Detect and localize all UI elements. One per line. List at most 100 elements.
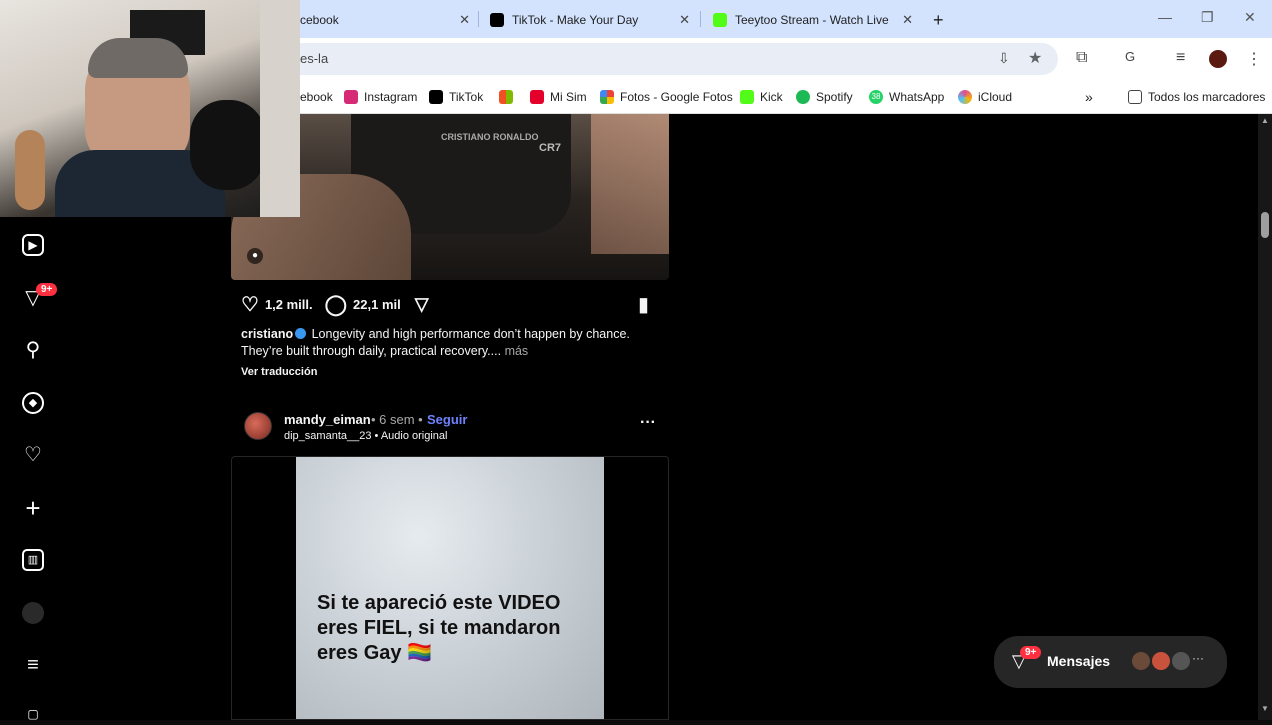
post-header: mandy_eiman • 6 sem • Seguir dip_samanta… xyxy=(244,410,670,446)
tab-tiktok[interactable]: TikTok - Make Your Day ✕ xyxy=(490,6,690,34)
tiktok-icon xyxy=(490,13,504,27)
new-tab-button[interactable]: + xyxy=(933,6,953,34)
tab-divider xyxy=(700,11,701,27)
logo-text: CRISTIANO RONALDO xyxy=(441,132,539,142)
share-icon[interactable]: ▽ xyxy=(415,294,429,315)
bookmark-spotify[interactable]: Spotify xyxy=(796,87,853,107)
tab-title: TikTok - Make Your Day xyxy=(512,13,639,27)
threads-icon[interactable]: ▢ xyxy=(22,703,44,725)
post-username[interactable]: mandy_eiman xyxy=(284,412,371,427)
bookmark-label: Kick xyxy=(760,90,783,104)
verified-badge-icon xyxy=(295,328,307,339)
instagram-icon xyxy=(344,90,358,104)
caption-more-link[interactable]: más xyxy=(505,344,529,358)
translate-icon[interactable]: G xyxy=(1125,49,1135,64)
avatar xyxy=(1150,650,1172,672)
search-icon[interactable]: ⚲ xyxy=(22,339,44,361)
profile-avatar[interactable] xyxy=(1209,50,1227,68)
restore-icon[interactable]: ❐ xyxy=(1201,9,1214,26)
audio-label[interactable]: • Audio original xyxy=(375,430,448,442)
bookmark-label: Mi Sim xyxy=(550,90,587,104)
close-window-icon[interactable]: ✕ xyxy=(1244,9,1256,26)
google-photos-icon xyxy=(600,90,614,104)
post-time: • 6 sem • xyxy=(371,412,423,427)
video-frame: Si te apareció este VIDEO eres FIEL, si … xyxy=(296,457,604,719)
notifications-badge: 9+ xyxy=(36,283,58,296)
shorts-label: CR7 xyxy=(539,142,562,154)
scroll-down-icon[interactable]: ▼ xyxy=(1261,704,1269,713)
bookmark-whatsapp[interactable]: 38 WhatsApp xyxy=(869,87,944,107)
post-actions-bar: ♡ 1,2 mill. ◯ 22,1 mil ▽ xyxy=(241,292,429,316)
tab-teeytoo[interactable]: Teeytoo Stream - Watch Live or ✕ xyxy=(713,6,913,34)
bookmark-label: ebook xyxy=(300,90,333,104)
audio-info: dip_samanta__23 • Audio original xyxy=(284,430,448,442)
follow-button[interactable]: Seguir xyxy=(427,412,467,427)
scrollbar-thumb[interactable] xyxy=(1261,212,1269,238)
extensions-icon[interactable]: ⧉ xyxy=(1076,49,1087,67)
tab-divider xyxy=(478,11,479,27)
scroll-up-icon[interactable]: ▲ xyxy=(1261,116,1269,125)
tagged-user-icon[interactable]: ● xyxy=(247,248,263,264)
close-tab-icon[interactable]: ✕ xyxy=(459,12,470,28)
post-video[interactable]: Si te apareció este VIDEO eres FIEL, si … xyxy=(231,456,669,720)
heart-icon[interactable]: ♡ xyxy=(22,444,44,466)
video-overlay-text: Si te apareció este VIDEO eres FIEL, si … xyxy=(317,592,561,664)
menu-dots-icon[interactable]: ⋮ xyxy=(1246,49,1262,69)
dashboard-icon[interactable]: ▥ xyxy=(22,549,44,571)
messages-badge: 9+ xyxy=(1020,646,1042,659)
chevron-double-right-icon: » xyxy=(1085,89,1093,105)
messages-label: Mensajes xyxy=(1047,653,1111,669)
bookmark-microsoft[interactable] xyxy=(499,87,519,107)
tab-facebook[interactable]: cebook ✕ xyxy=(300,6,470,34)
bookmark-star-icon[interactable]: ★ xyxy=(1028,48,1042,68)
bookmark-label: Todos los marcadores xyxy=(1148,90,1266,104)
bookmark-google-photos[interactable]: Fotos - Google Fotos xyxy=(600,87,733,107)
bookmark-kick[interactable]: Kick xyxy=(740,87,783,107)
create-plus-icon[interactable]: + xyxy=(22,495,44,521)
bookmark-label: WhatsApp xyxy=(889,90,945,104)
bookmark-label: Fotos - Google Fotos xyxy=(620,90,733,104)
arm-shape xyxy=(591,114,669,254)
explore-icon[interactable]: ◆ xyxy=(22,392,44,414)
menu-icon[interactable]: ≡ xyxy=(22,654,44,676)
media-control-icon[interactable]: ≡ xyxy=(1176,49,1185,67)
heart-icon[interactable]: ♡ xyxy=(241,292,259,317)
profile-avatar[interactable] xyxy=(22,602,44,624)
microsoft-icon xyxy=(499,90,513,104)
audio-username[interactable]: dip_samanta__23 xyxy=(284,430,371,442)
all-bookmarks-folder[interactable]: Todos los marcadores xyxy=(1128,87,1265,107)
bookmark-facebook[interactable]: ebook xyxy=(300,87,333,107)
close-tab-icon[interactable]: ✕ xyxy=(902,12,913,28)
see-translation-link[interactable]: Ver traducción xyxy=(241,366,317,378)
likes-count[interactable]: 1,2 mill. xyxy=(265,297,313,312)
more-options-icon[interactable]: ··· xyxy=(640,414,656,432)
bookmark-icloud[interactable]: iCloud xyxy=(958,87,1012,107)
address-bar[interactable]: es-la ⇩ ★ xyxy=(300,43,1058,75)
bookmark-instagram[interactable]: Instagram xyxy=(344,87,417,107)
kick-icon xyxy=(713,13,727,27)
bookmark-mi-sim[interactable]: Mi Sim xyxy=(530,87,587,107)
comment-icon[interactable]: ◯ xyxy=(325,292,347,317)
page-scrollbar[interactable]: ▲ ▼ xyxy=(1258,114,1272,720)
comments-count[interactable]: 22,1 mil xyxy=(353,297,401,312)
minimize-icon[interactable]: — xyxy=(1158,9,1172,25)
messages-button[interactable]: ▽ 9+ Mensajes ··· xyxy=(994,636,1227,688)
bookmark-tiktok[interactable]: TikTok xyxy=(429,87,483,107)
avatar[interactable] xyxy=(244,412,272,440)
bookmark-icon[interactable]: ▮ xyxy=(638,292,649,317)
install-app-icon[interactable]: ⇩ xyxy=(998,50,1010,67)
bookmark-label: TikTok xyxy=(449,90,484,104)
close-tab-icon[interactable]: ✕ xyxy=(679,12,690,28)
icloud-icon xyxy=(958,90,972,104)
more-avatars-icon: ··· xyxy=(1192,651,1204,665)
spotify-icon xyxy=(796,90,810,104)
avatar xyxy=(1170,650,1192,672)
instagram-sidebar: ▶ ▽ 9+ ⚲ ◆ ♡ + ▥ ≡ ▢ xyxy=(0,217,68,721)
more-bookmarks-button[interactable]: » xyxy=(1085,87,1093,107)
whatsapp-icon: 38 xyxy=(869,90,883,104)
caption-text-line1: Longevity and high performance don’t hap… xyxy=(311,327,630,341)
reels-icon[interactable]: ▶ xyxy=(22,234,44,256)
cap-shape xyxy=(88,38,188,78)
webcam-overlay xyxy=(0,0,300,217)
caption-username[interactable]: cristiano xyxy=(241,327,293,341)
